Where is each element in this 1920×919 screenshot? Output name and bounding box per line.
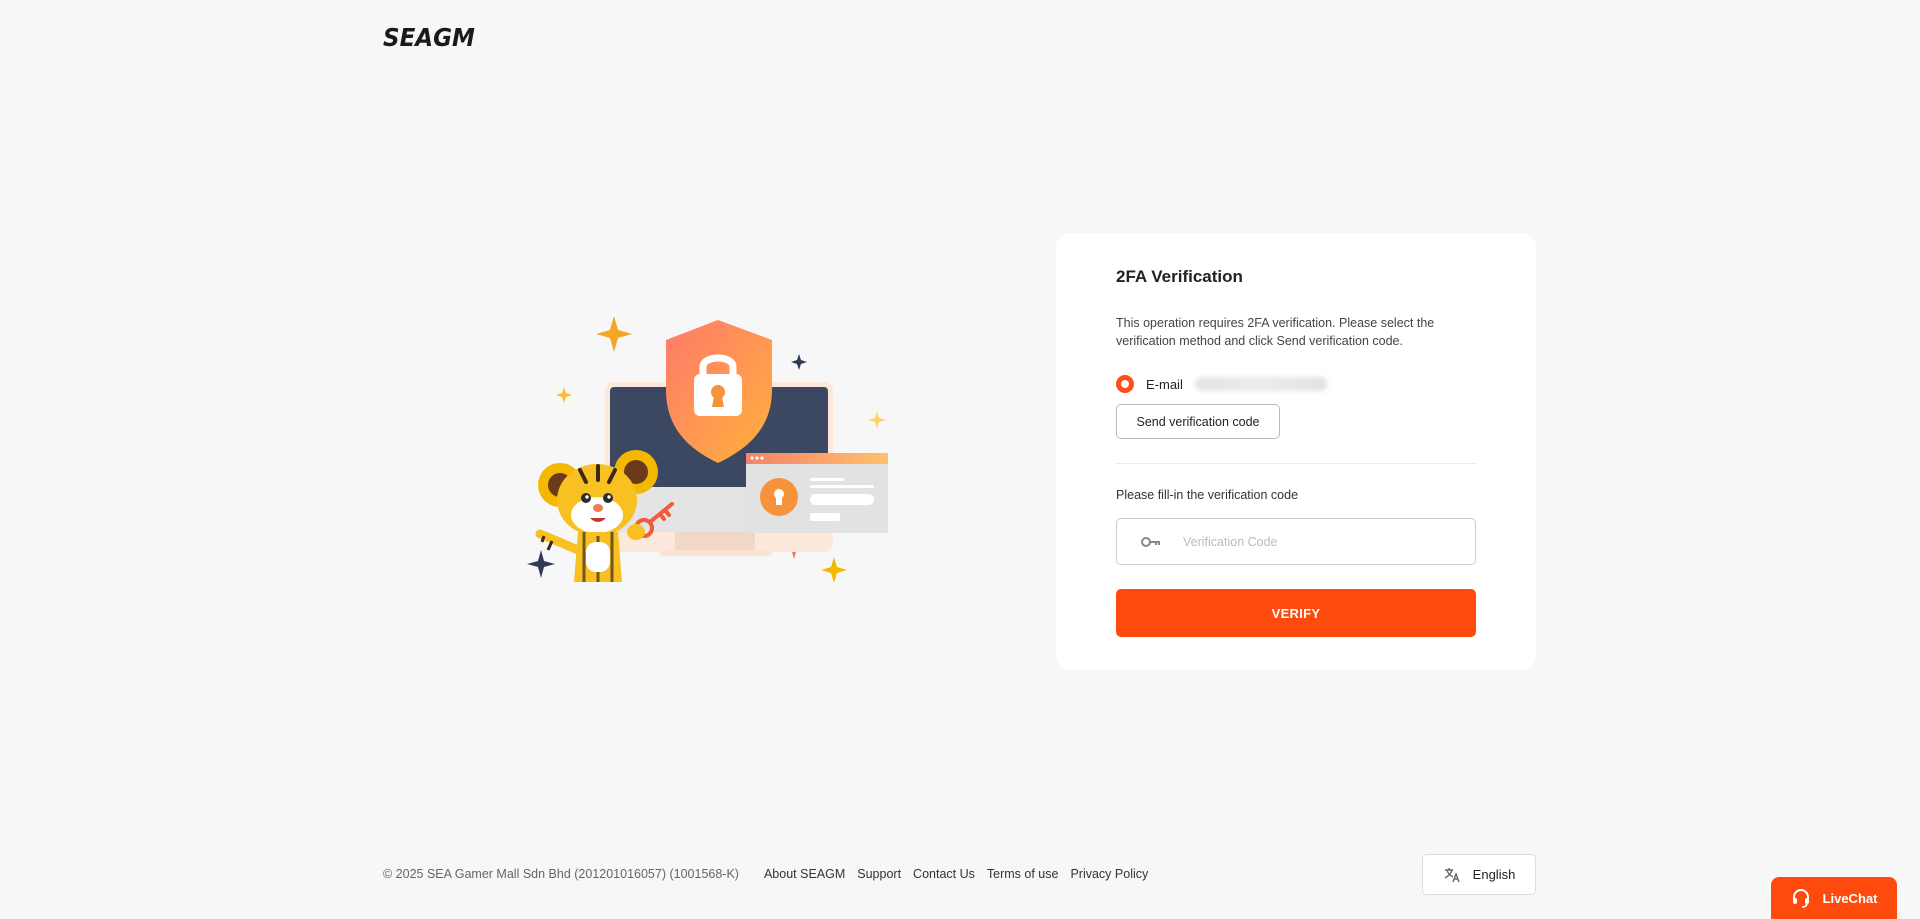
- seagm-logo[interactable]: SEAGM: [383, 23, 475, 52]
- verification-code-input[interactable]: [1183, 534, 1443, 549]
- send-verification-code-button[interactable]: Send verification code: [1116, 404, 1280, 439]
- divider: [1116, 463, 1476, 464]
- security-illustration: [527, 316, 888, 583]
- livechat-label: LiveChat: [1822, 890, 1878, 906]
- code-field-label: Please fill-in the verification code: [1116, 488, 1299, 502]
- card-description: This operation requires 2FA verification…: [1116, 316, 1435, 348]
- footer-link-support[interactable]: Support: [857, 867, 901, 881]
- email-method-option[interactable]: E-mail: [1116, 374, 1327, 394]
- footer-link-terms[interactable]: Terms of use: [987, 867, 1059, 881]
- headset-icon: [1792, 889, 1809, 908]
- verification-code-field[interactable]: [1116, 518, 1476, 565]
- livechat-button[interactable]: LiveChat: [1771, 877, 1897, 919]
- key-icon: [1141, 536, 1160, 547]
- masked-email-address: [1194, 377, 1327, 391]
- verification-card: 2FA Verification This operation requires…: [1056, 233, 1536, 670]
- language-label: English: [1472, 867, 1516, 882]
- language-selector[interactable]: English: [1422, 854, 1536, 895]
- translate-icon: [1444, 867, 1460, 882]
- copyright-text: © 2025 SEA Gamer Mall Sdn Bhd (201201016…: [383, 867, 739, 881]
- footer-link-about[interactable]: About SEAGM: [764, 867, 845, 881]
- card-title: 2FA Verification: [1116, 267, 1243, 286]
- email-method-label: E-mail: [1146, 376, 1183, 392]
- email-radio[interactable]: [1116, 375, 1134, 393]
- footer: © 2025 SEA Gamer Mall Sdn Bhd (201201016…: [383, 866, 1160, 882]
- footer-link-contact[interactable]: Contact Us: [913, 867, 975, 881]
- footer-link-privacy[interactable]: Privacy Policy: [1070, 867, 1148, 881]
- verify-button[interactable]: VERIFY: [1116, 589, 1476, 637]
